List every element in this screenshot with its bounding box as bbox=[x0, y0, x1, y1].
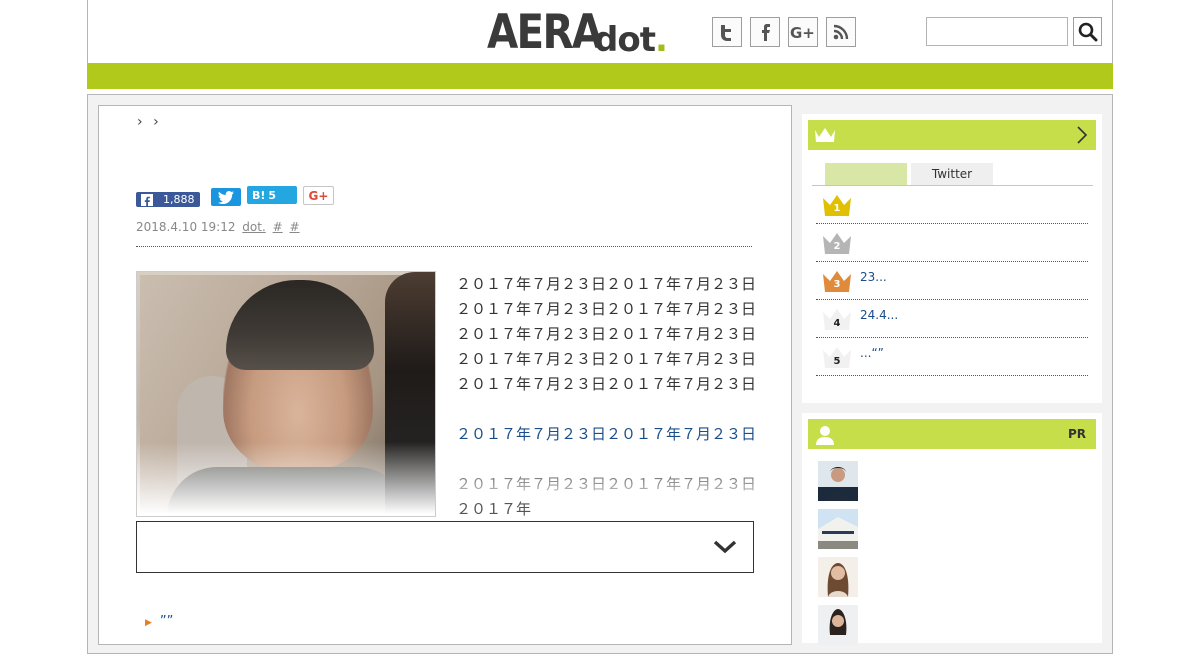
pr-label: PR bbox=[1067, 427, 1086, 441]
article-inline-link[interactable]: ２０１７年７月２３日２０１７年７月２３日 bbox=[456, 422, 756, 447]
rank-number: 2 bbox=[833, 241, 841, 252]
related-link-text: ”” bbox=[159, 614, 174, 629]
article-tag-link[interactable]: # bbox=[290, 220, 300, 234]
article-body-line: ２０１７年７月２３日２０１７年７月２３日 bbox=[456, 275, 757, 293]
tab-ranking[interactable] bbox=[825, 163, 907, 185]
logo-dot-word: dot bbox=[594, 20, 656, 60]
rank-number: 1 bbox=[833, 203, 841, 214]
article-body-line: ２０１７年７月２３日２０１７年７月２３日 bbox=[456, 350, 757, 368]
search-button[interactable] bbox=[1073, 17, 1102, 46]
rss-button[interactable] bbox=[826, 17, 856, 47]
article-panel: › › 1,888 B! 5 G+ 2018.4.10 19:12 dot. #… bbox=[98, 105, 792, 645]
logo-dot-text: dot. bbox=[594, 20, 668, 60]
google-plus-share-button[interactable]: G+ bbox=[303, 186, 334, 205]
article-body-line: ２０１７年７月２３日２０１７年７月２３日 bbox=[456, 300, 757, 318]
rank-title: 23... bbox=[860, 270, 887, 284]
rank-crown-silver-icon: 2 bbox=[822, 230, 852, 256]
pr-panel: PR bbox=[802, 413, 1102, 645]
ranking-item[interactable]: 1 bbox=[816, 186, 1088, 224]
article-body-line: ２０１７年７月２３日２０１７年７月２３日 bbox=[456, 325, 757, 343]
facebook-share-count: 1,888 bbox=[163, 193, 195, 206]
facebook-button[interactable] bbox=[750, 17, 780, 47]
related-link[interactable]: ▶ ”” bbox=[145, 614, 173, 629]
pr-thumbnail[interactable] bbox=[818, 605, 858, 645]
hatena-icon: B! bbox=[252, 188, 266, 202]
rank-title: 24.4... bbox=[860, 308, 899, 322]
hatena-count: 5 bbox=[268, 188, 277, 202]
google-plus-button[interactable]: G+ bbox=[788, 17, 818, 47]
triangle-right-icon: ▶ bbox=[145, 618, 152, 628]
pr-header: PR bbox=[808, 419, 1096, 449]
person-icon bbox=[816, 426, 834, 445]
site-logo[interactable]: AERA dot. bbox=[487, 5, 682, 61]
rank-crown-icon: 4 bbox=[822, 306, 852, 332]
article-tag-link[interactable]: # bbox=[273, 220, 283, 234]
ranking-item[interactable]: 3 23... bbox=[816, 262, 1088, 300]
text-fade-overlay bbox=[456, 468, 756, 500]
facebook-icon bbox=[141, 193, 153, 206]
divider bbox=[136, 246, 752, 247]
logo-aera-text: AERA bbox=[487, 5, 603, 60]
breadcrumb-sep[interactable]: › bbox=[153, 114, 159, 130]
rank-number: 4 bbox=[833, 318, 841, 329]
logo-dot-point: . bbox=[654, 20, 668, 60]
svg-text:G+: G+ bbox=[790, 24, 815, 40]
article-photo[interactable] bbox=[136, 271, 436, 517]
twitter-button[interactable] bbox=[712, 17, 742, 47]
ranking-panel: Twitter 1 2 3 23... 4 24.4... 5 ...“” bbox=[802, 114, 1102, 403]
twitter-share-button[interactable] bbox=[211, 188, 241, 206]
crown-icon bbox=[815, 128, 835, 142]
hatena-bookmark-button[interactable]: B! 5 bbox=[247, 186, 297, 204]
rank-crown-gold-icon: 1 bbox=[822, 192, 852, 218]
search-input[interactable] bbox=[926, 17, 1068, 46]
ranking-header[interactable] bbox=[808, 120, 1096, 150]
rank-number: 3 bbox=[833, 279, 841, 290]
ranking-item[interactable]: 4 24.4... bbox=[816, 300, 1088, 338]
pr-thumbnail[interactable] bbox=[818, 461, 858, 501]
facebook-share-button[interactable]: 1,888 bbox=[136, 192, 200, 207]
article-meta: 2018.4.10 19:12 dot. # # bbox=[136, 220, 300, 234]
article-body: ２０１７年７月２３日２０１７年７月２３日 ２０１７年７月２３日２０１７年７月２３… bbox=[456, 272, 756, 397]
google-plus-icon: G+ bbox=[308, 188, 329, 203]
read-more-button[interactable] bbox=[136, 521, 754, 573]
pr-thumbnail[interactable] bbox=[818, 509, 858, 549]
breadcrumb-sep[interactable]: › bbox=[137, 114, 143, 130]
nav-bar bbox=[87, 63, 1113, 89]
google-plus-icon: G+ bbox=[790, 24, 815, 40]
twitter-icon bbox=[721, 25, 731, 41]
site-header: AERA dot. G+ bbox=[87, 0, 1113, 89]
facebook-icon bbox=[762, 24, 770, 41]
twitter-icon bbox=[218, 190, 234, 204]
rss-icon bbox=[833, 24, 849, 40]
rank-crown-bronze-icon: 3 bbox=[822, 268, 852, 294]
pr-thumbnail[interactable] bbox=[818, 557, 858, 597]
rank-crown-icon: 5 bbox=[822, 344, 852, 370]
rank-number: 5 bbox=[833, 356, 841, 367]
breadcrumb: › › bbox=[137, 114, 165, 130]
ranking-item[interactable]: 2 bbox=[816, 224, 1088, 262]
rank-title: ...“” bbox=[860, 346, 884, 360]
article-body-line: ２０１７年７月２３日２０１７年７月２３日 bbox=[456, 375, 757, 393]
ranking-item[interactable]: 5 ...“” bbox=[816, 338, 1088, 376]
tab-twitter[interactable]: Twitter bbox=[911, 163, 993, 185]
chevron-right-icon bbox=[1077, 126, 1088, 144]
article-date: 2018.4.10 19:12 bbox=[136, 220, 236, 234]
article-source-link[interactable]: dot. bbox=[242, 220, 265, 234]
chevron-down-icon bbox=[713, 540, 737, 554]
search-icon bbox=[1078, 22, 1097, 41]
